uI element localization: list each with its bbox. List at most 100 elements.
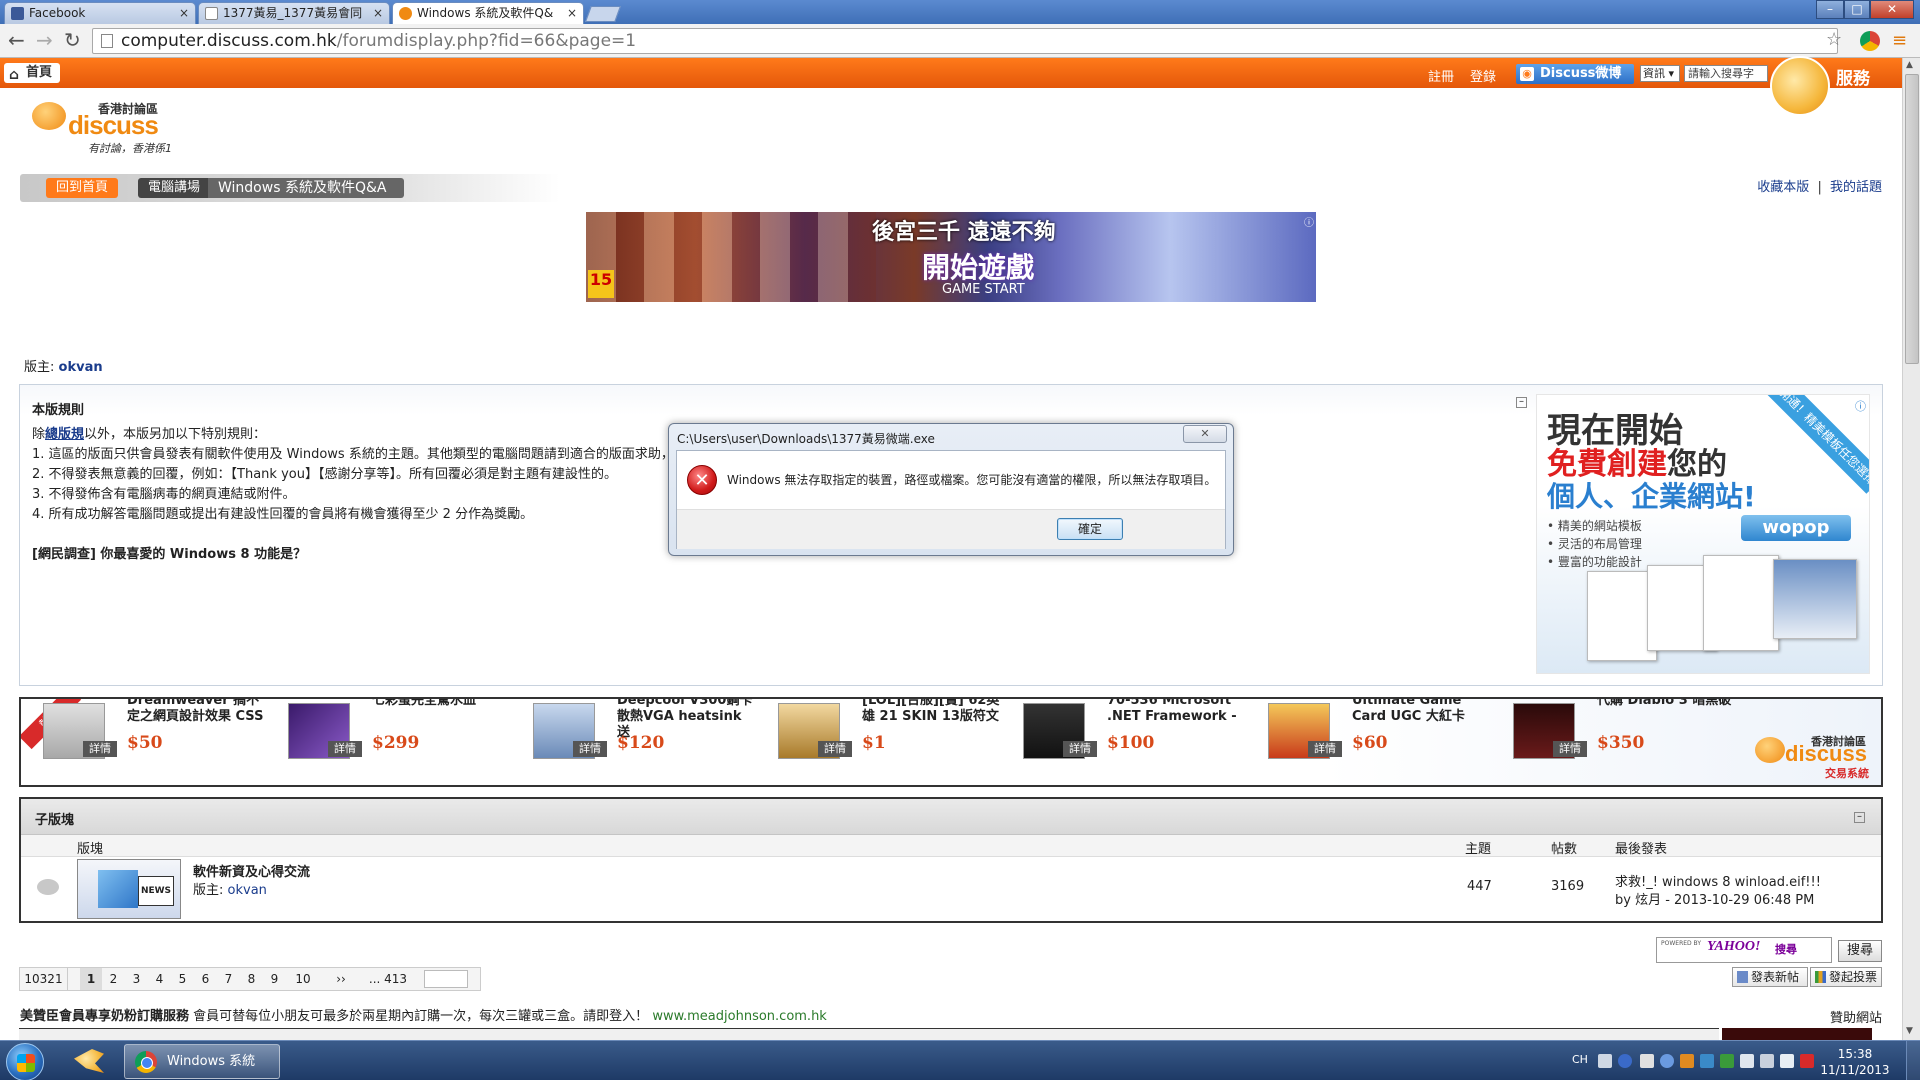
reload-icon[interactable]: ↻: [64, 30, 81, 50]
market-item[interactable]: 詳情 七彩蛋完全驚水皿 $299: [266, 699, 511, 785]
market-item[interactable]: 詳情 70-536 Microsoft .NET Framework - $10…: [1001, 699, 1246, 785]
service-button[interactable]: 服務: [1770, 56, 1910, 116]
moderator-name-link[interactable]: okvan: [59, 360, 103, 375]
page-link[interactable]: 6: [194, 968, 217, 990]
start-button[interactable]: [6, 1043, 44, 1080]
keyboard-icon[interactable]: [1598, 1054, 1612, 1068]
site-search-input[interactable]: 請輸入搜尋字: [1684, 65, 1768, 82]
subforum-name-link[interactable]: 軟件新資及心得交流: [193, 861, 310, 880]
back-home-button[interactable]: 回到首頁: [46, 178, 119, 198]
page-link[interactable]: 9: [263, 968, 286, 990]
new-tab-button[interactable]: [585, 6, 621, 22]
page-jump-input[interactable]: [424, 970, 468, 988]
mod-name-link[interactable]: okvan: [228, 883, 267, 898]
page-link[interactable]: 2: [102, 968, 125, 990]
weibo-button[interactable]: ◉ Discuss微博: [1516, 64, 1634, 84]
scroll-up-icon[interactable]: ▲: [1906, 60, 1913, 70]
show-desktop-button[interactable]: [1906, 1041, 1920, 1080]
dialog-close-button[interactable]: ✕: [1183, 425, 1227, 443]
chrome-extension-icon[interactable]: [1860, 31, 1880, 51]
volume-icon[interactable]: [1780, 1054, 1794, 1068]
menu-icon[interactable]: ≡: [1892, 30, 1907, 52]
tab-close-icon[interactable]: ×: [373, 3, 383, 23]
taskbar-chrome-window[interactable]: Windows 系統及...: [124, 1044, 280, 1079]
detail-button[interactable]: 詳情: [328, 741, 362, 757]
window-close-button[interactable]: ✕: [1870, 0, 1914, 19]
market-item[interactable]: 詳情 代購 Diablo 3 暗黑破 $350: [1491, 699, 1736, 785]
collapse-icon[interactable]: –: [1854, 812, 1865, 823]
help-icon[interactable]: [1618, 1054, 1632, 1068]
update-tray-icon[interactable]: [1700, 1054, 1714, 1068]
tab-facebook[interactable]: Facebook ×: [4, 2, 196, 24]
wopop-side-ad[interactable]: 現在開始 免費創建您的 個人、企業網站! 立即開通！精美模板任您選擇 • 精美的…: [1536, 394, 1870, 674]
ad-info-icon[interactable]: ⓘ: [1855, 398, 1866, 414]
new-poll-button[interactable]: 發起投票: [1810, 967, 1882, 987]
app-tray-icon[interactable]: [1680, 1054, 1694, 1068]
back-arrow-icon[interactable]: ←: [8, 30, 25, 50]
general-rules-link[interactable]: 總版規: [45, 427, 84, 442]
scroll-down-icon[interactable]: ▼: [1906, 1026, 1913, 1036]
game-banner-ad[interactable]: 15 後宮三千 遠遠不夠 開始遊戲 GAME START ⓘ: [586, 212, 1316, 302]
discuss-logo[interactable]: 香港討論區 discuss 有討論，香港係1: [32, 100, 172, 158]
yahoo-search-input[interactable]: POWERED BY YAHOO! 搜尋: [1656, 937, 1832, 963]
detail-button[interactable]: 詳情: [1553, 741, 1587, 757]
tab-close-icon[interactable]: ×: [567, 3, 577, 23]
poll-link[interactable]: [網民調查] 你最喜愛的 Windows 8 功能是？: [32, 543, 306, 562]
breadcrumb-section[interactable]: 電腦講場: [138, 178, 209, 198]
tab-windows-forum[interactable]: Windows 系統及軟件Q& ×: [392, 2, 584, 25]
home-button[interactable]: ⌂ 首頁: [4, 63, 61, 83]
alert-icon[interactable]: [1800, 1054, 1814, 1068]
breadcrumb-forum[interactable]: Windows 系統及軟件Q&A: [208, 178, 405, 198]
network-icon[interactable]: [1760, 1054, 1774, 1068]
discuss-trade-logo[interactable]: 香港討論區 discuss 交易系統: [1755, 733, 1881, 780]
login-link[interactable]: 登錄: [1470, 66, 1496, 85]
next-page-link[interactable]: ››: [326, 968, 356, 990]
register-link[interactable]: 註冊: [1428, 66, 1454, 85]
favorite-forum-link[interactable]: 收藏本版: [1757, 180, 1809, 195]
market-item[interactable]: 詳情 Dreamweaver 搞不定之網頁設計效果 CSS $50: [21, 699, 266, 785]
page-link[interactable]: 7: [217, 968, 240, 990]
page-link[interactable]: 5: [171, 968, 194, 990]
settings-icon[interactable]: [1640, 1054, 1654, 1068]
market-item[interactable]: 詳情 Deepcool V300鋼卡散熱VGA heatsink 送 $120: [511, 699, 756, 785]
address-bar[interactable]: computer.discuss.com.hk/forumdisplay.php…: [92, 28, 1838, 54]
page-scrollbar[interactable]: ▲ ▼: [1902, 58, 1920, 1040]
taskbar-clock[interactable]: 15:38 11/11/2013: [1820, 1046, 1890, 1078]
pinned-app-1377[interactable]: [68, 1045, 112, 1079]
page-link[interactable]: 8: [240, 968, 263, 990]
page-link[interactable]: 4: [148, 968, 171, 990]
flag-icon[interactable]: [1740, 1054, 1754, 1068]
promo-url-link[interactable]: www.meadjohnson.com.hk: [652, 1009, 827, 1024]
detail-button[interactable]: 詳情: [818, 741, 852, 757]
collapse-icon[interactable]: –: [1516, 397, 1527, 408]
detail-button[interactable]: 詳情: [1063, 741, 1097, 757]
detail-button[interactable]: 詳情: [83, 741, 117, 757]
nvidia-icon[interactable]: [1720, 1054, 1734, 1068]
subforum-image[interactable]: NEWS: [77, 859, 181, 919]
window-minimize-button[interactable]: –: [1816, 0, 1844, 19]
last-page-link[interactable]: ... 413: [362, 968, 414, 990]
input-language-indicator[interactable]: CH: [1572, 1053, 1588, 1066]
bookmark-star-icon[interactable]: ☆: [1826, 29, 1842, 51]
detail-button[interactable]: 詳情: [573, 741, 607, 757]
page-link[interactable]: 10: [286, 968, 320, 990]
search-button[interactable]: 搜尋: [1838, 940, 1882, 962]
ok-button[interactable]: 確定: [1057, 518, 1123, 540]
page-link[interactable]: 1: [80, 968, 102, 990]
tab-close-icon[interactable]: ×: [179, 3, 189, 23]
ad-info-icon[interactable]: ⓘ: [1304, 214, 1314, 229]
bottom-ad-edge[interactable]: [1722, 1028, 1872, 1040]
new-post-button[interactable]: 發表新帖: [1732, 967, 1808, 987]
scrollbar-thumb[interactable]: [1905, 74, 1919, 364]
search-scope-select[interactable]: 資訊 ▾: [1640, 65, 1680, 82]
market-item[interactable]: 詳情 [LOL][台服][賣] 62英雄 21 SKIN 13版符文 $1: [756, 699, 1001, 785]
market-item[interactable]: 詳情 Ultimate Game Card UGC 大紅卡 $60: [1246, 699, 1491, 785]
chrome-tray-icon[interactable]: [1660, 1054, 1674, 1068]
promo-title-link[interactable]: 美贊臣會員專享奶粉訂購服務: [20, 1009, 189, 1024]
page-link[interactable]: 3: [125, 968, 148, 990]
tab-1377[interactable]: 1377黃易_1377黃易會同 ×: [198, 2, 390, 24]
detail-button[interactable]: 詳情: [1308, 741, 1342, 757]
last-post-link[interactable]: 求救!_! windows 8 winload.eif!!!: [1615, 871, 1821, 890]
forward-arrow-icon[interactable]: →: [36, 30, 53, 50]
my-topics-link[interactable]: 我的話題: [1830, 180, 1882, 195]
